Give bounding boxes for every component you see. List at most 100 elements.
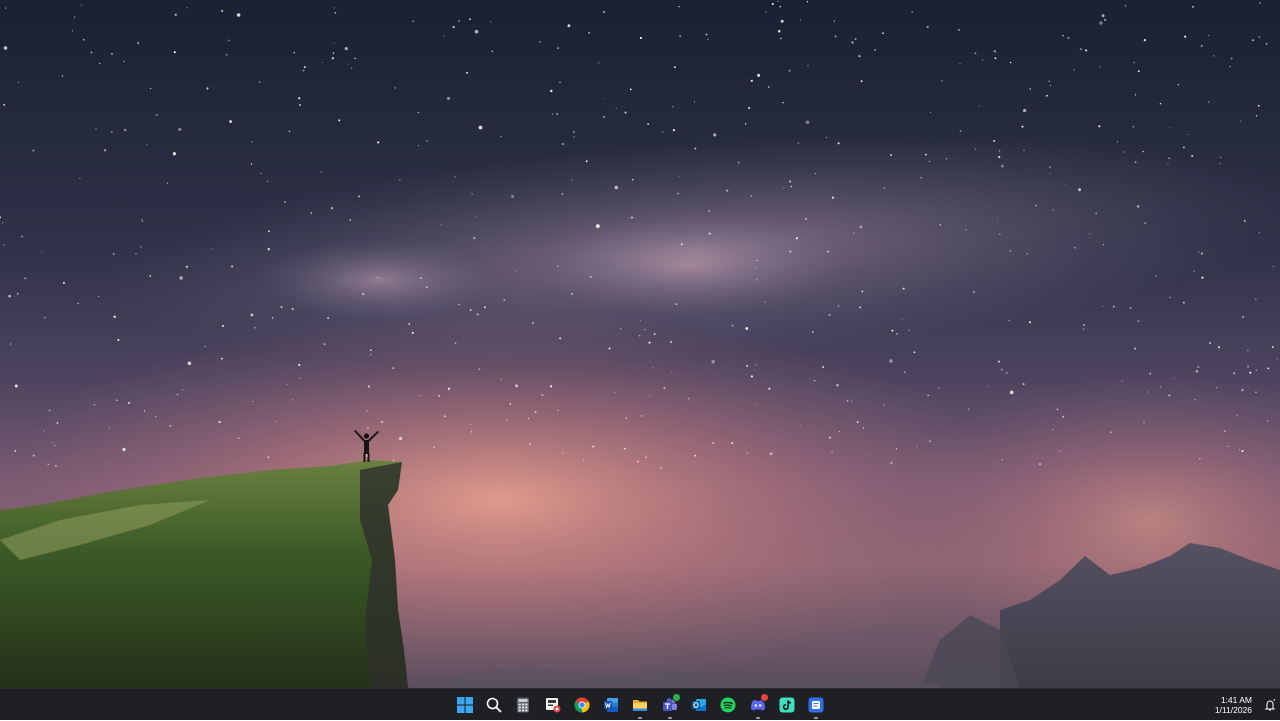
star bbox=[250, 163, 253, 165]
star bbox=[883, 404, 885, 407]
star bbox=[1259, 2, 1261, 4]
star bbox=[503, 299, 506, 301]
star bbox=[556, 112, 559, 115]
star bbox=[149, 275, 152, 277]
star bbox=[1136, 205, 1140, 208]
star bbox=[1000, 164, 1004, 168]
star bbox=[649, 394, 651, 396]
star bbox=[369, 353, 372, 356]
running-indicator bbox=[667, 717, 672, 719]
star bbox=[1022, 383, 1025, 386]
star bbox=[1207, 101, 1210, 103]
chrome-button[interactable] bbox=[567, 689, 596, 721]
star bbox=[1200, 252, 1204, 255]
star bbox=[1101, 14, 1105, 18]
star bbox=[631, 178, 634, 181]
star bbox=[4, 7, 7, 9]
star bbox=[310, 212, 312, 214]
star bbox=[1194, 399, 1196, 401]
desktop[interactable] bbox=[0, 0, 1280, 688]
star bbox=[141, 219, 143, 221]
star bbox=[678, 5, 680, 8]
snipping-tool-icon bbox=[545, 698, 561, 713]
star bbox=[1059, 450, 1061, 452]
star bbox=[603, 115, 606, 119]
star bbox=[99, 62, 101, 65]
star bbox=[981, 59, 984, 61]
star bbox=[1187, 133, 1189, 136]
star bbox=[93, 403, 96, 406]
star bbox=[582, 458, 585, 461]
discord-button[interactable] bbox=[743, 689, 772, 721]
star bbox=[1038, 463, 1042, 466]
star bbox=[595, 224, 600, 228]
star bbox=[993, 139, 996, 142]
star bbox=[333, 42, 335, 44]
star bbox=[210, 248, 212, 250]
star bbox=[338, 119, 341, 122]
search-button[interactable] bbox=[479, 689, 508, 721]
star bbox=[994, 57, 997, 60]
star bbox=[859, 306, 862, 309]
star bbox=[896, 333, 898, 335]
star bbox=[173, 51, 176, 54]
star bbox=[178, 127, 182, 132]
word-icon bbox=[604, 698, 619, 712]
star bbox=[408, 323, 411, 325]
snipping-tool-button[interactable] bbox=[538, 689, 567, 721]
star bbox=[3, 46, 8, 50]
notification-center-button[interactable] bbox=[1260, 689, 1280, 721]
star bbox=[805, 120, 810, 125]
star bbox=[567, 24, 571, 28]
star bbox=[515, 270, 518, 272]
star bbox=[570, 179, 573, 181]
star bbox=[54, 444, 56, 447]
desktop-wallpaper bbox=[0, 0, 1280, 688]
star bbox=[557, 409, 559, 412]
file-explorer-button[interactable] bbox=[626, 689, 655, 721]
star bbox=[141, 220, 144, 222]
star bbox=[113, 315, 116, 318]
star bbox=[731, 324, 734, 327]
star bbox=[293, 51, 295, 54]
teams-button[interactable] bbox=[655, 689, 684, 721]
star bbox=[882, 32, 884, 35]
star bbox=[478, 125, 483, 130]
star bbox=[1144, 222, 1146, 224]
star bbox=[959, 130, 962, 132]
star bbox=[469, 18, 471, 21]
star bbox=[712, 441, 715, 445]
star bbox=[929, 160, 930, 162]
star bbox=[1062, 415, 1065, 418]
star bbox=[713, 133, 717, 137]
calculator-button[interactable] bbox=[509, 689, 538, 721]
star bbox=[16, 292, 19, 295]
outlook-button[interactable] bbox=[684, 689, 713, 721]
star bbox=[913, 351, 916, 354]
star bbox=[473, 237, 476, 239]
star bbox=[399, 179, 401, 181]
star bbox=[1142, 150, 1144, 153]
star bbox=[1201, 276, 1204, 279]
star bbox=[515, 384, 519, 388]
star bbox=[534, 411, 537, 414]
start-button[interactable] bbox=[450, 689, 479, 721]
spotify-button[interactable] bbox=[714, 689, 743, 721]
star bbox=[1137, 70, 1140, 73]
star bbox=[1130, 307, 1132, 309]
star bbox=[829, 436, 831, 439]
tiktok-button[interactable] bbox=[772, 689, 801, 721]
notes-app-button[interactable] bbox=[802, 689, 831, 721]
clock[interactable]: 1:41 AM 1/11/2026 bbox=[1215, 695, 1252, 715]
star bbox=[527, 418, 530, 420]
star bbox=[438, 394, 441, 397]
star bbox=[1147, 391, 1149, 393]
star bbox=[1247, 365, 1250, 368]
word-button[interactable] bbox=[596, 689, 625, 721]
star bbox=[652, 367, 654, 369]
outlook-icon bbox=[692, 699, 707, 711]
star bbox=[708, 232, 711, 235]
star bbox=[551, 113, 554, 115]
star bbox=[1099, 66, 1101, 68]
star bbox=[1149, 372, 1152, 375]
